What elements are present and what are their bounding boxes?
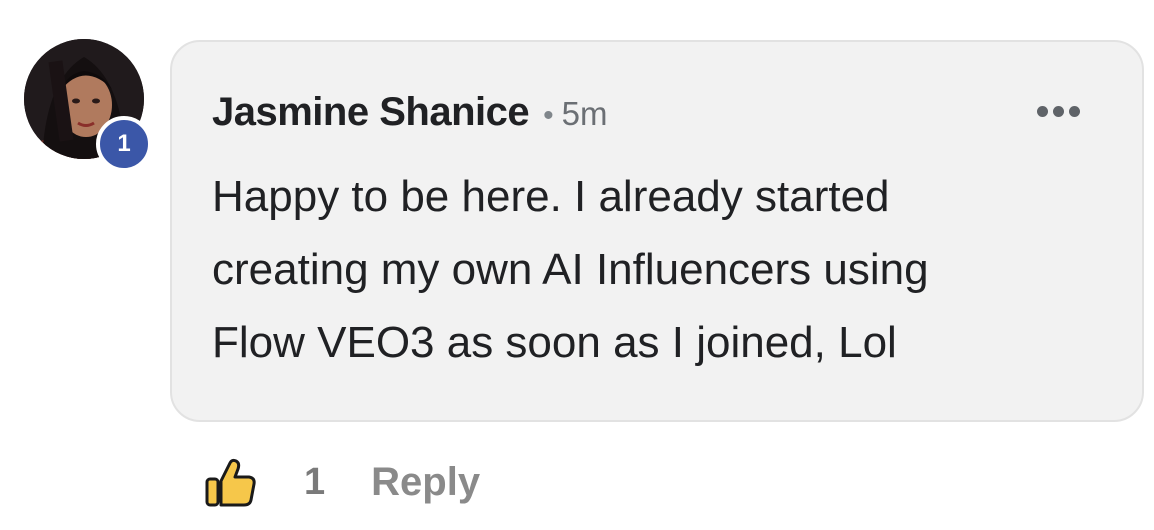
author-name[interactable]: Jasmine Shanice: [212, 90, 530, 135]
more-dot: [1037, 106, 1048, 117]
reply-button[interactable]: Reply: [371, 460, 480, 505]
comment-line: Happy to be here. I already started: [212, 172, 890, 221]
comment-line: creating my own AI Influencers using: [212, 245, 929, 294]
comment-container: 1 Jasmine Shanice • 5m Happy to be here.…: [0, 0, 1154, 530]
like-count: 1: [304, 460, 326, 503]
comment-bubble: Jasmine Shanice • 5m Happy to be here. I…: [170, 40, 1144, 422]
thumbs-up-icon[interactable]: [204, 455, 258, 509]
separator-dot: •: [543, 99, 554, 132]
comment-actions: 1 Reply: [204, 452, 480, 512]
more-dot: [1053, 106, 1064, 117]
more-options-icon[interactable]: [1037, 106, 1080, 117]
comment-text: Happy to be here. I already started crea…: [212, 160, 1092, 379]
comment-line: Flow VEO3 as soon as I joined, Lol: [212, 318, 897, 367]
timestamp: 5m: [561, 95, 608, 132]
more-dot: [1069, 106, 1080, 117]
comment-header: Jasmine Shanice • 5m: [212, 90, 607, 135]
level-badge: 1: [96, 116, 152, 172]
